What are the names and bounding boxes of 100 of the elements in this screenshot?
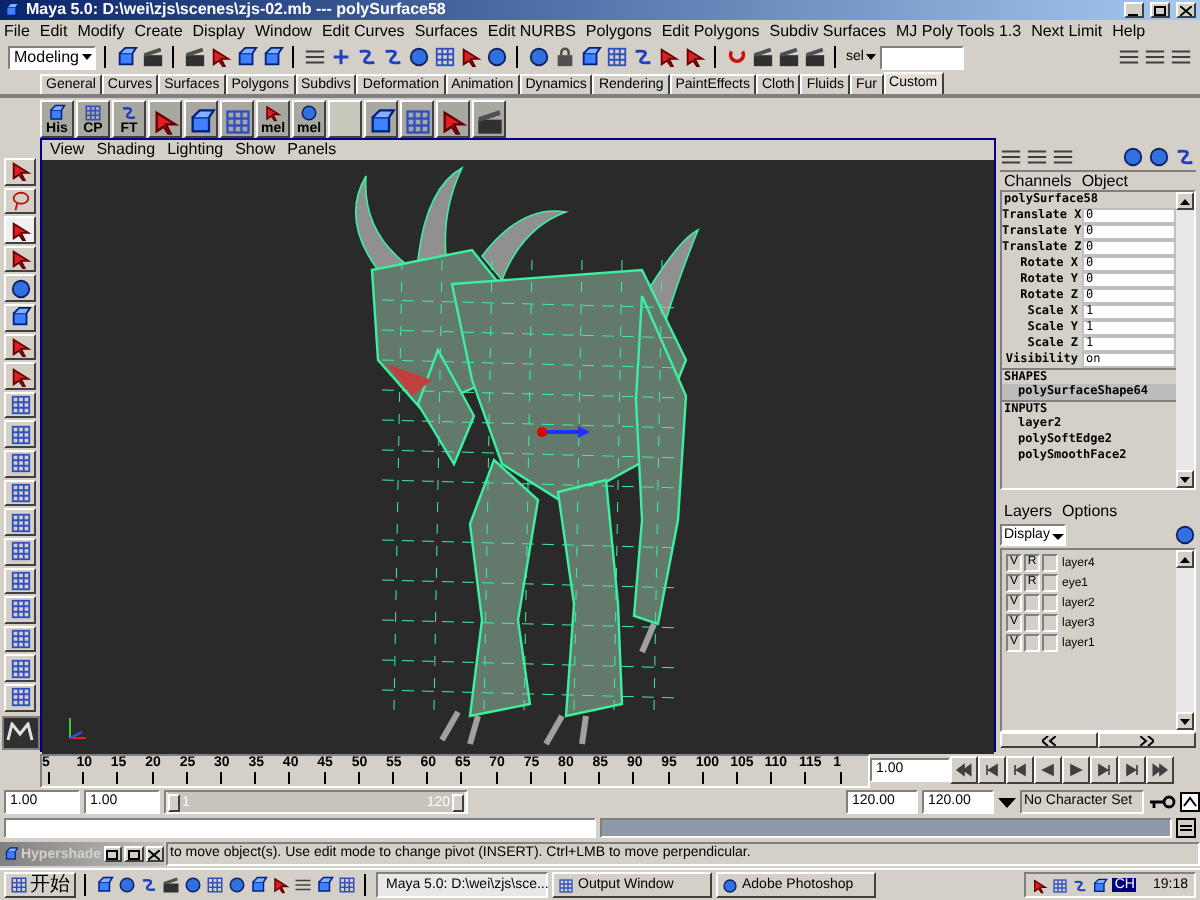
panel-menu-item[interactable]: Lighting: [167, 140, 224, 160]
back-icon: [1038, 760, 1058, 780]
shelf-button[interactable]: [328, 99, 362, 137]
sphere-icon: [184, 876, 202, 894]
menu-item[interactable]: Surfaces: [414, 21, 478, 41]
tool-button[interactable]: [4, 304, 36, 332]
color-swatch[interactable]: [1042, 574, 1058, 592]
grid-icon: [434, 46, 456, 68]
close-icon: [1180, 5, 1192, 15]
tool-button[interactable]: [4, 625, 36, 653]
menu-item[interactable]: Help: [1112, 21, 1146, 41]
arrow-icon: [1032, 877, 1049, 893]
tool-button[interactable]: [4, 654, 36, 682]
axis-gizmo-icon: [66, 714, 90, 742]
menu-item[interactable]: Display: [192, 21, 245, 41]
tool-button[interactable]: [4, 537, 36, 566]
menu-item[interactable]: Window: [255, 21, 312, 41]
start-button[interactable]: 开始: [4, 872, 76, 898]
menu-item[interactable]: Create: [134, 21, 183, 41]
command-line-field[interactable]: [4, 818, 596, 838]
tool-button[interactable]: [4, 508, 36, 536]
panel-menu-item[interactable]: Shading: [96, 140, 156, 160]
tool-button[interactable]: [4, 683, 36, 712]
maximize-button[interactable]: [1150, 2, 1170, 18]
shelf-button[interactable]: [364, 99, 398, 137]
shelf-button[interactable]: [184, 99, 218, 137]
shelf-button[interactable]: [220, 99, 254, 137]
quick-select-field[interactable]: [879, 45, 964, 69]
key-icon: [1148, 794, 1176, 810]
menu-item[interactable]: Edit: [39, 21, 68, 41]
close-button[interactable]: [1176, 2, 1196, 18]
color-swatch[interactable]: [1042, 594, 1058, 612]
playback-button[interactable]: [978, 756, 1006, 784]
menu-item[interactable]: Edit Polygons: [661, 21, 760, 41]
playback-button[interactable]: [1090, 756, 1118, 784]
close-icon: [148, 849, 161, 859]
menu-item[interactable]: Polygons: [585, 21, 652, 41]
tool-button[interactable]: [4, 596, 36, 624]
grid-icon: [403, 107, 431, 135]
color-swatch[interactable]: [1042, 614, 1058, 632]
tool-button[interactable]: [4, 567, 36, 595]
menu-item[interactable]: File: [4, 21, 30, 41]
stacked-bars-icon: [1144, 46, 1166, 68]
menu-item[interactable]: Channels: [1004, 171, 1072, 191]
window-title: Maya 5.0: D:\wei\zjs\scenes\zjs-02.mb --- polySurface58: [26, 0, 448, 20]
shelf-button[interactable]: [148, 99, 182, 137]
panel-menu-item[interactable]: Show: [235, 140, 276, 160]
shelf-button[interactable]: [436, 99, 470, 137]
curve-icon: [632, 46, 654, 68]
menu-item[interactable]: Next Limit: [1031, 21, 1103, 41]
shelf-button[interactable]: [472, 99, 506, 137]
first-icon: [954, 760, 974, 780]
panel-menu-item[interactable]: Panels: [287, 140, 337, 160]
playback-button[interactable]: [1062, 756, 1090, 784]
scroll-right-button[interactable]: [1098, 732, 1196, 748]
tool-button[interactable]: [4, 362, 36, 390]
restore-button[interactable]: [103, 846, 123, 862]
tool-button[interactable]: [4, 216, 36, 244]
tool-button[interactable]: [4, 245, 36, 273]
mode-dropdown[interactable]: Modeling: [8, 45, 96, 69]
menu-item[interactable]: MJ Poly Tools 1.3: [896, 21, 1022, 41]
maximize-button[interactable]: [124, 846, 144, 862]
cube-icon: [236, 46, 258, 68]
curve-icon: [356, 46, 378, 68]
grid-icon: [338, 876, 356, 894]
tool-button[interactable]: [4, 391, 36, 419]
tool-button[interactable]: [4, 274, 36, 303]
playback-button[interactable]: [1118, 756, 1146, 784]
tool-button[interactable]: [4, 420, 36, 449]
tool-button[interactable]: [4, 479, 36, 507]
playback-button[interactable]: [1006, 756, 1034, 784]
tool-button[interactable]: [4, 333, 36, 361]
menu-item[interactable]: Modify: [77, 21, 125, 41]
playback-button[interactable]: [1034, 756, 1062, 784]
menu-item[interactable]: Layers: [1004, 502, 1053, 522]
menu-item[interactable]: Edit NURBS: [487, 21, 576, 41]
grid-icon: [9, 452, 31, 475]
color-swatch[interactable]: [1042, 634, 1058, 652]
arrow-icon: [210, 46, 232, 68]
grid-icon: [9, 628, 31, 651]
menu-item[interactable]: Options: [1062, 502, 1118, 522]
arrow-icon: [684, 46, 706, 68]
scroll-left-button[interactable]: [1000, 732, 1098, 748]
tool-button[interactable]: [4, 450, 36, 478]
up-arrow-icon: [1180, 555, 1190, 563]
key-forward-icon: [1094, 760, 1114, 780]
minimize-button[interactable]: [1124, 2, 1144, 18]
playback-button[interactable]: [1146, 756, 1174, 784]
shelf-button[interactable]: [400, 99, 434, 137]
sphere-icon: [228, 876, 246, 894]
cube-icon: [1092, 877, 1109, 893]
panel-menu-item[interactable]: View: [50, 140, 85, 160]
menu-item[interactable]: Object: [1081, 171, 1128, 191]
tool-button[interactable]: [4, 158, 36, 186]
menu-item[interactable]: Subdiv Surfaces: [769, 21, 887, 41]
tool-button[interactable]: [4, 187, 36, 215]
menu-item[interactable]: Edit Curves: [321, 21, 405, 41]
playback-button[interactable]: [950, 756, 978, 784]
close-button[interactable]: [145, 846, 165, 862]
color-swatch[interactable]: [1042, 554, 1058, 572]
